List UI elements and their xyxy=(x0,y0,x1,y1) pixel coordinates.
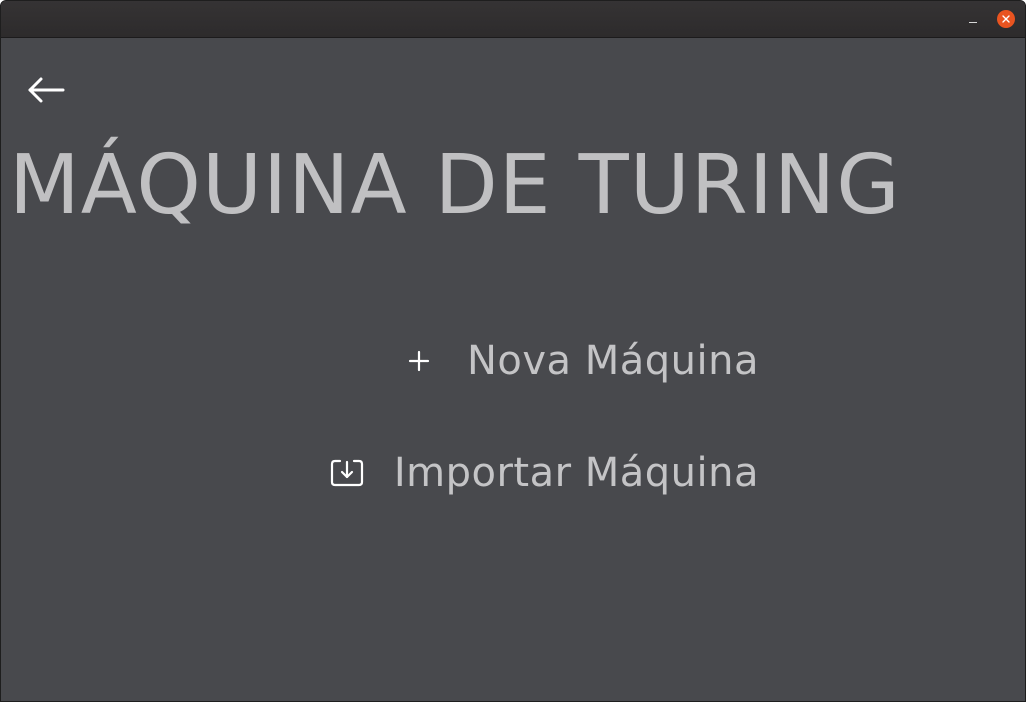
minimize-button[interactable] xyxy=(964,10,982,28)
close-icon xyxy=(1002,15,1010,23)
title-bar[interactable] xyxy=(1,1,1025,38)
main-content: MÁQUINA DE TURING Nova Máquina Importar … xyxy=(1,38,1025,701)
back-button[interactable] xyxy=(23,72,69,108)
new-machine-button[interactable]: Nova Máquina xyxy=(407,334,759,388)
close-button[interactable] xyxy=(997,10,1015,28)
page-title: MÁQUINA DE TURING xyxy=(9,138,901,233)
minimize-icon xyxy=(969,21,977,23)
app-window: MÁQUINA DE TURING Nova Máquina Importar … xyxy=(0,0,1026,702)
import-icon xyxy=(330,458,364,488)
import-machine-button[interactable]: Importar Máquina xyxy=(330,446,759,500)
plus-icon xyxy=(407,349,431,373)
new-machine-label: Nova Máquina xyxy=(466,338,759,384)
import-machine-label: Importar Máquina xyxy=(393,450,759,496)
arrow-left-icon xyxy=(28,77,65,103)
